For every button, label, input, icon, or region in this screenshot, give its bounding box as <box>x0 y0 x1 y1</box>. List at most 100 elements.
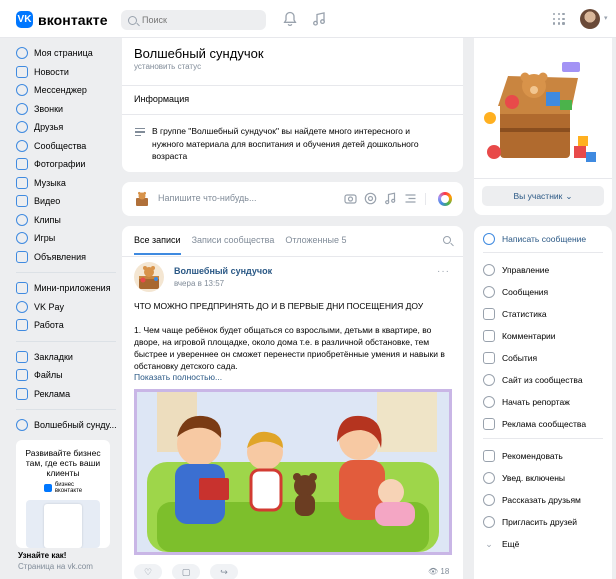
post-actions: ♡ ▢ ↪ <box>134 564 238 579</box>
more-options-icon[interactable]: ··· <box>437 266 450 277</box>
nav-item-vk-pay[interactable]: VK Pay <box>16 298 116 317</box>
comment-icon <box>483 330 495 342</box>
nav-divider <box>16 340 116 342</box>
group-actions-menu: Написать сообщение Управление Сообщения … <box>474 226 612 579</box>
action-manage[interactable]: Управление <box>483 264 549 276</box>
post-composer[interactable]: Напишите что-нибудь... <box>122 182 463 216</box>
action-comments[interactable]: Комментарии <box>483 330 556 342</box>
wall-feed: Все записи Записи сообщества Отложенные … <box>122 226 463 579</box>
search-box[interactable] <box>121 10 266 30</box>
post-author-avatar[interactable] <box>134 262 164 292</box>
like-button[interactable]: ♡ <box>134 564 162 579</box>
divider <box>122 114 463 115</box>
group-cover-image[interactable] <box>482 48 604 170</box>
nav-item-messenger[interactable]: Мессенджер <box>16 81 116 100</box>
nav-item-friends[interactable]: Друзья <box>16 118 116 137</box>
chevron-down-icon[interactable]: ▾ <box>604 14 608 22</box>
post-image[interactable] <box>134 389 452 555</box>
camera-icon[interactable] <box>344 192 357 205</box>
search-icon[interactable] <box>443 236 451 244</box>
phone-icon <box>16 102 28 115</box>
video-icon[interactable] <box>364 192 377 205</box>
info-label[interactable]: Информация <box>134 94 189 104</box>
action-invite[interactable]: Пригласить друзей <box>483 516 577 528</box>
nav-item-clips[interactable]: Клипы <box>16 211 116 230</box>
composer-placeholder[interactable]: Напишите что-нибудь... <box>158 193 257 203</box>
nav-item-music[interactable]: Музыка <box>16 174 116 193</box>
action-promote[interactable]: Реклама сообщества <box>483 418 586 430</box>
clips-icon <box>16 213 28 226</box>
action-write-message[interactable]: Написать сообщение <box>483 233 586 245</box>
action-recommend[interactable]: Рекомендовать <box>483 450 563 462</box>
tab-all-posts[interactable]: Все записи <box>134 235 181 255</box>
post-headline: ЧТО МОЖНО ПРЕДПРИНЯТЬ ДО И В ПЕРВЫЕ ДНИ … <box>134 301 424 311</box>
nav-item-calls[interactable]: Звонки <box>16 100 116 119</box>
nav-item-mini-apps[interactable]: Мини-приложения <box>16 279 116 298</box>
photo-icon <box>16 158 28 171</box>
poll-icon[interactable] <box>404 192 417 205</box>
member-button[interactable]: Вы участник ⌄ <box>482 186 604 206</box>
action-site[interactable]: Сайт из сообщества <box>483 374 583 386</box>
ad-brand: бизнес вконтакте <box>16 482 110 494</box>
ads-icon <box>16 250 28 263</box>
nav-divider <box>16 409 116 410</box>
post-author[interactable]: Волшебный сундучок <box>174 266 272 276</box>
wall-tabs: Все записи Записи сообщества Отложенные … <box>134 235 347 255</box>
nav-item-files[interactable]: Файлы <box>16 366 116 385</box>
user-icon <box>16 47 28 60</box>
tab-community-posts[interactable]: Записи сообщества <box>192 235 275 255</box>
search-input[interactable] <box>142 15 252 25</box>
group-profile-card: Волшебный сундучок установить статус Инф… <box>122 38 463 172</box>
globe-icon <box>483 374 495 386</box>
action-events[interactable]: События <box>483 352 537 364</box>
nav-item-video[interactable]: Видео <box>16 192 116 211</box>
music-icon[interactable] <box>311 11 327 27</box>
set-status-link[interactable]: установить статус <box>134 62 201 71</box>
ad-source-link[interactable]: Страница на vk.com <box>18 562 93 571</box>
show-more-link[interactable]: Показать полностью... <box>134 372 222 382</box>
views-count: 👁 18 <box>428 567 450 576</box>
nav-item-ads[interactable]: Объявления <box>16 248 116 267</box>
action-messages[interactable]: Сообщения <box>483 286 548 298</box>
post-time[interactable]: вчера в 13:57 <box>174 279 224 288</box>
color-palette-icon[interactable] <box>438 192 452 206</box>
user-avatar[interactable] <box>580 9 600 29</box>
apps-grid-icon[interactable] <box>553 13 565 25</box>
description-icon <box>135 128 145 138</box>
comment-button[interactable]: ▢ <box>172 564 200 579</box>
nav-item-advertising[interactable]: Реклама <box>16 385 116 404</box>
music-icon[interactable] <box>384 192 397 205</box>
chevron-down-icon: ⌄ <box>485 539 493 549</box>
share-button[interactable]: ↪ <box>210 564 238 579</box>
nav-item-my-page[interactable]: Моя страница <box>16 44 116 63</box>
nav-item-news[interactable]: Новости <box>16 63 116 82</box>
chevron-down-icon: ⌄ <box>565 190 573 201</box>
nav-item-communities[interactable]: Сообщества <box>16 137 116 156</box>
divider <box>474 178 612 179</box>
post-body: 1. Чем чаще ребёнок будет общаться со вз… <box>134 325 445 371</box>
bell-icon[interactable] <box>282 11 298 27</box>
business-ad-card[interactable]: Развивайте бизнес там, где есть ваши кли… <box>16 440 110 548</box>
action-notifications[interactable]: Увед. включены <box>483 472 565 484</box>
message-icon <box>483 233 495 245</box>
live-icon <box>483 396 495 408</box>
vk-logo[interactable]: VK вконтакте <box>16 11 108 28</box>
postponed-count: 5 <box>341 235 347 245</box>
nav-item-games[interactable]: Игры <box>16 229 116 248</box>
tab-postponed[interactable]: Отложенные 5 <box>285 235 346 255</box>
action-statistics[interactable]: Статистика <box>483 308 547 320</box>
action-live[interactable]: Начать репортаж <box>483 396 570 408</box>
nav-item-photos[interactable]: Фотографии <box>16 155 116 174</box>
divider <box>122 256 463 257</box>
ad-cta[interactable]: Узнайте как! <box>18 551 66 560</box>
action-more[interactable]: ⌄ Ещё <box>483 538 519 550</box>
group-description: В группе "Волшебный сундучок" вы найдете… <box>152 126 419 161</box>
nav-item-bookmarks[interactable]: Закладки <box>16 348 116 367</box>
logo-text: вконтакте <box>38 11 108 28</box>
bell-icon <box>483 472 495 484</box>
invite-icon <box>483 516 495 528</box>
events-icon <box>483 352 495 364</box>
nav-item-group[interactable]: Волшебный сунду... <box>16 416 116 435</box>
nav-item-work[interactable]: Работа <box>16 316 116 335</box>
action-share[interactable]: Рассказать друзьям <box>483 494 581 506</box>
